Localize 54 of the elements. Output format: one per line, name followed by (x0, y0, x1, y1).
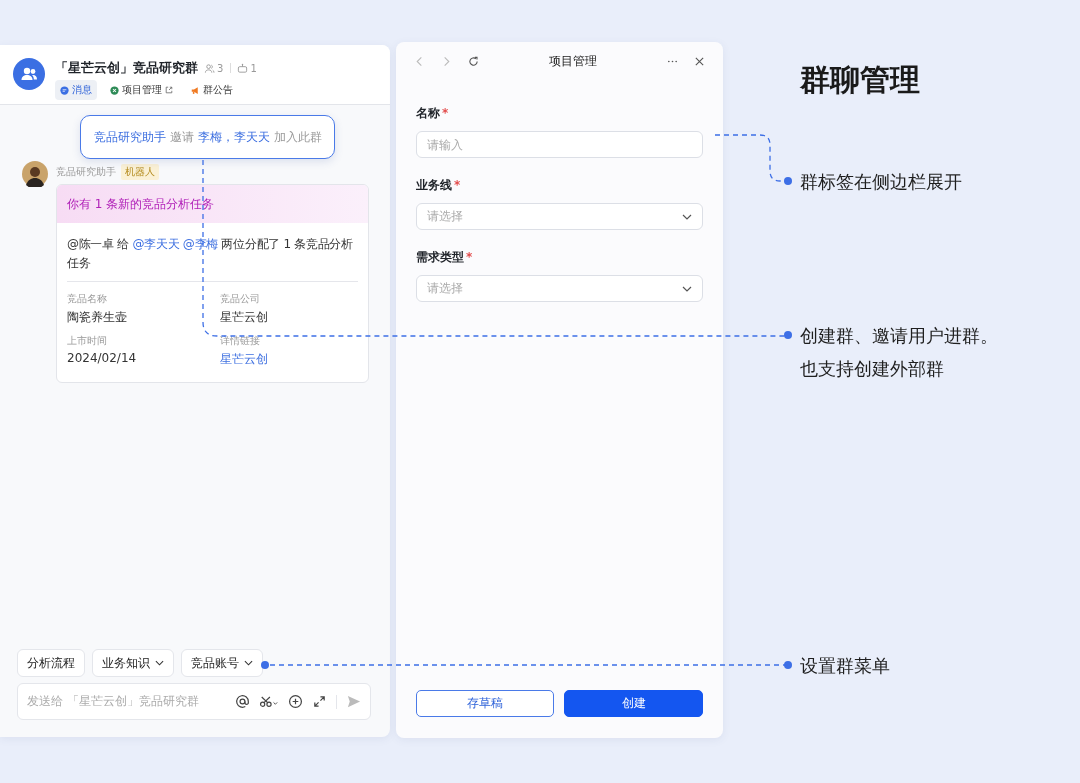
task-description: @陈一卓 给 @李天天 @李梅 两位分配了 1 条竞品分析任务 (67, 235, 358, 282)
refresh-icon[interactable] (468, 55, 479, 67)
required-mark: * (442, 106, 449, 120)
field-label: 详情链接 (220, 334, 261, 348)
bot-badge: 机器人 (121, 164, 159, 180)
field-value: 陶瓷养生壶 (67, 309, 128, 326)
annotation-text: 群标签在侧边栏展开 (800, 170, 962, 194)
message-icon (60, 85, 69, 95)
input-field[interactable]: 请输入 (416, 131, 703, 158)
field-label: 名称 (416, 106, 440, 120)
annotation-text: 设置群菜单 (800, 654, 890, 678)
expand-icon[interactable] (312, 694, 327, 709)
card-title: 你有 1 条新的竞品分析任务 (57, 185, 368, 223)
close-icon[interactable] (694, 55, 705, 67)
annotation-dot (784, 331, 792, 339)
chevron-down-icon (682, 213, 692, 220)
project-icon (110, 85, 119, 95)
chevron-down-icon (682, 285, 692, 292)
annotation-dot (784, 177, 792, 185)
field-label: 上市时间 (67, 334, 108, 348)
mention-icon[interactable] (235, 694, 250, 709)
menu-button[interactable]: 竞品账号 (181, 649, 263, 677)
chat-tab[interactable]: 群公告 (186, 80, 238, 100)
bot-count: 1 (250, 62, 257, 74)
add-icon[interactable] (288, 694, 303, 709)
group-title: 「星芒云创」竞品研究群 (55, 59, 198, 77)
megaphone-icon (191, 85, 200, 95)
field-label: 竞品名称 (67, 292, 108, 306)
menu-button[interactable]: 业务知识 (92, 649, 174, 677)
members-icon (204, 62, 215, 74)
scissors-icon[interactable] (259, 694, 279, 709)
group-avatar-icon (13, 58, 45, 90)
field-value: 2024/02/14 (67, 351, 138, 365)
panel-title: 项目管理 (548, 52, 598, 70)
chat-tab[interactable]: 项目管理 (105, 80, 178, 100)
field-value: 星芒云创 (220, 309, 269, 326)
field-label: 竞品公司 (220, 292, 261, 306)
sender-name: 竞品研究助手 (56, 165, 116, 179)
avatar (22, 161, 48, 187)
required-mark: * (454, 178, 461, 192)
member-count: 3 (217, 62, 224, 74)
system-notice: 竞品研究助手 邀请 李梅，李天天 加入此群 (80, 115, 335, 159)
bot-icon (237, 62, 249, 74)
annotation-dot (784, 661, 792, 669)
required-mark: * (466, 250, 473, 264)
annotation-text: 创建群、邀请用户进群。 也支持创建外部群 (800, 324, 998, 381)
section-heading: 群聊管理 (800, 61, 920, 99)
field-label: 需求类型 (416, 250, 464, 264)
save-draft-button[interactable]: 存草稿 (416, 690, 554, 717)
field-label: 业务线 (416, 178, 452, 192)
detail-link[interactable]: 星芒云创 (220, 351, 358, 368)
chat-tab[interactable]: 消息 (55, 80, 97, 100)
create-button[interactable]: 创建 (564, 690, 703, 717)
menu-button[interactable]: 分析流程 (17, 649, 85, 677)
